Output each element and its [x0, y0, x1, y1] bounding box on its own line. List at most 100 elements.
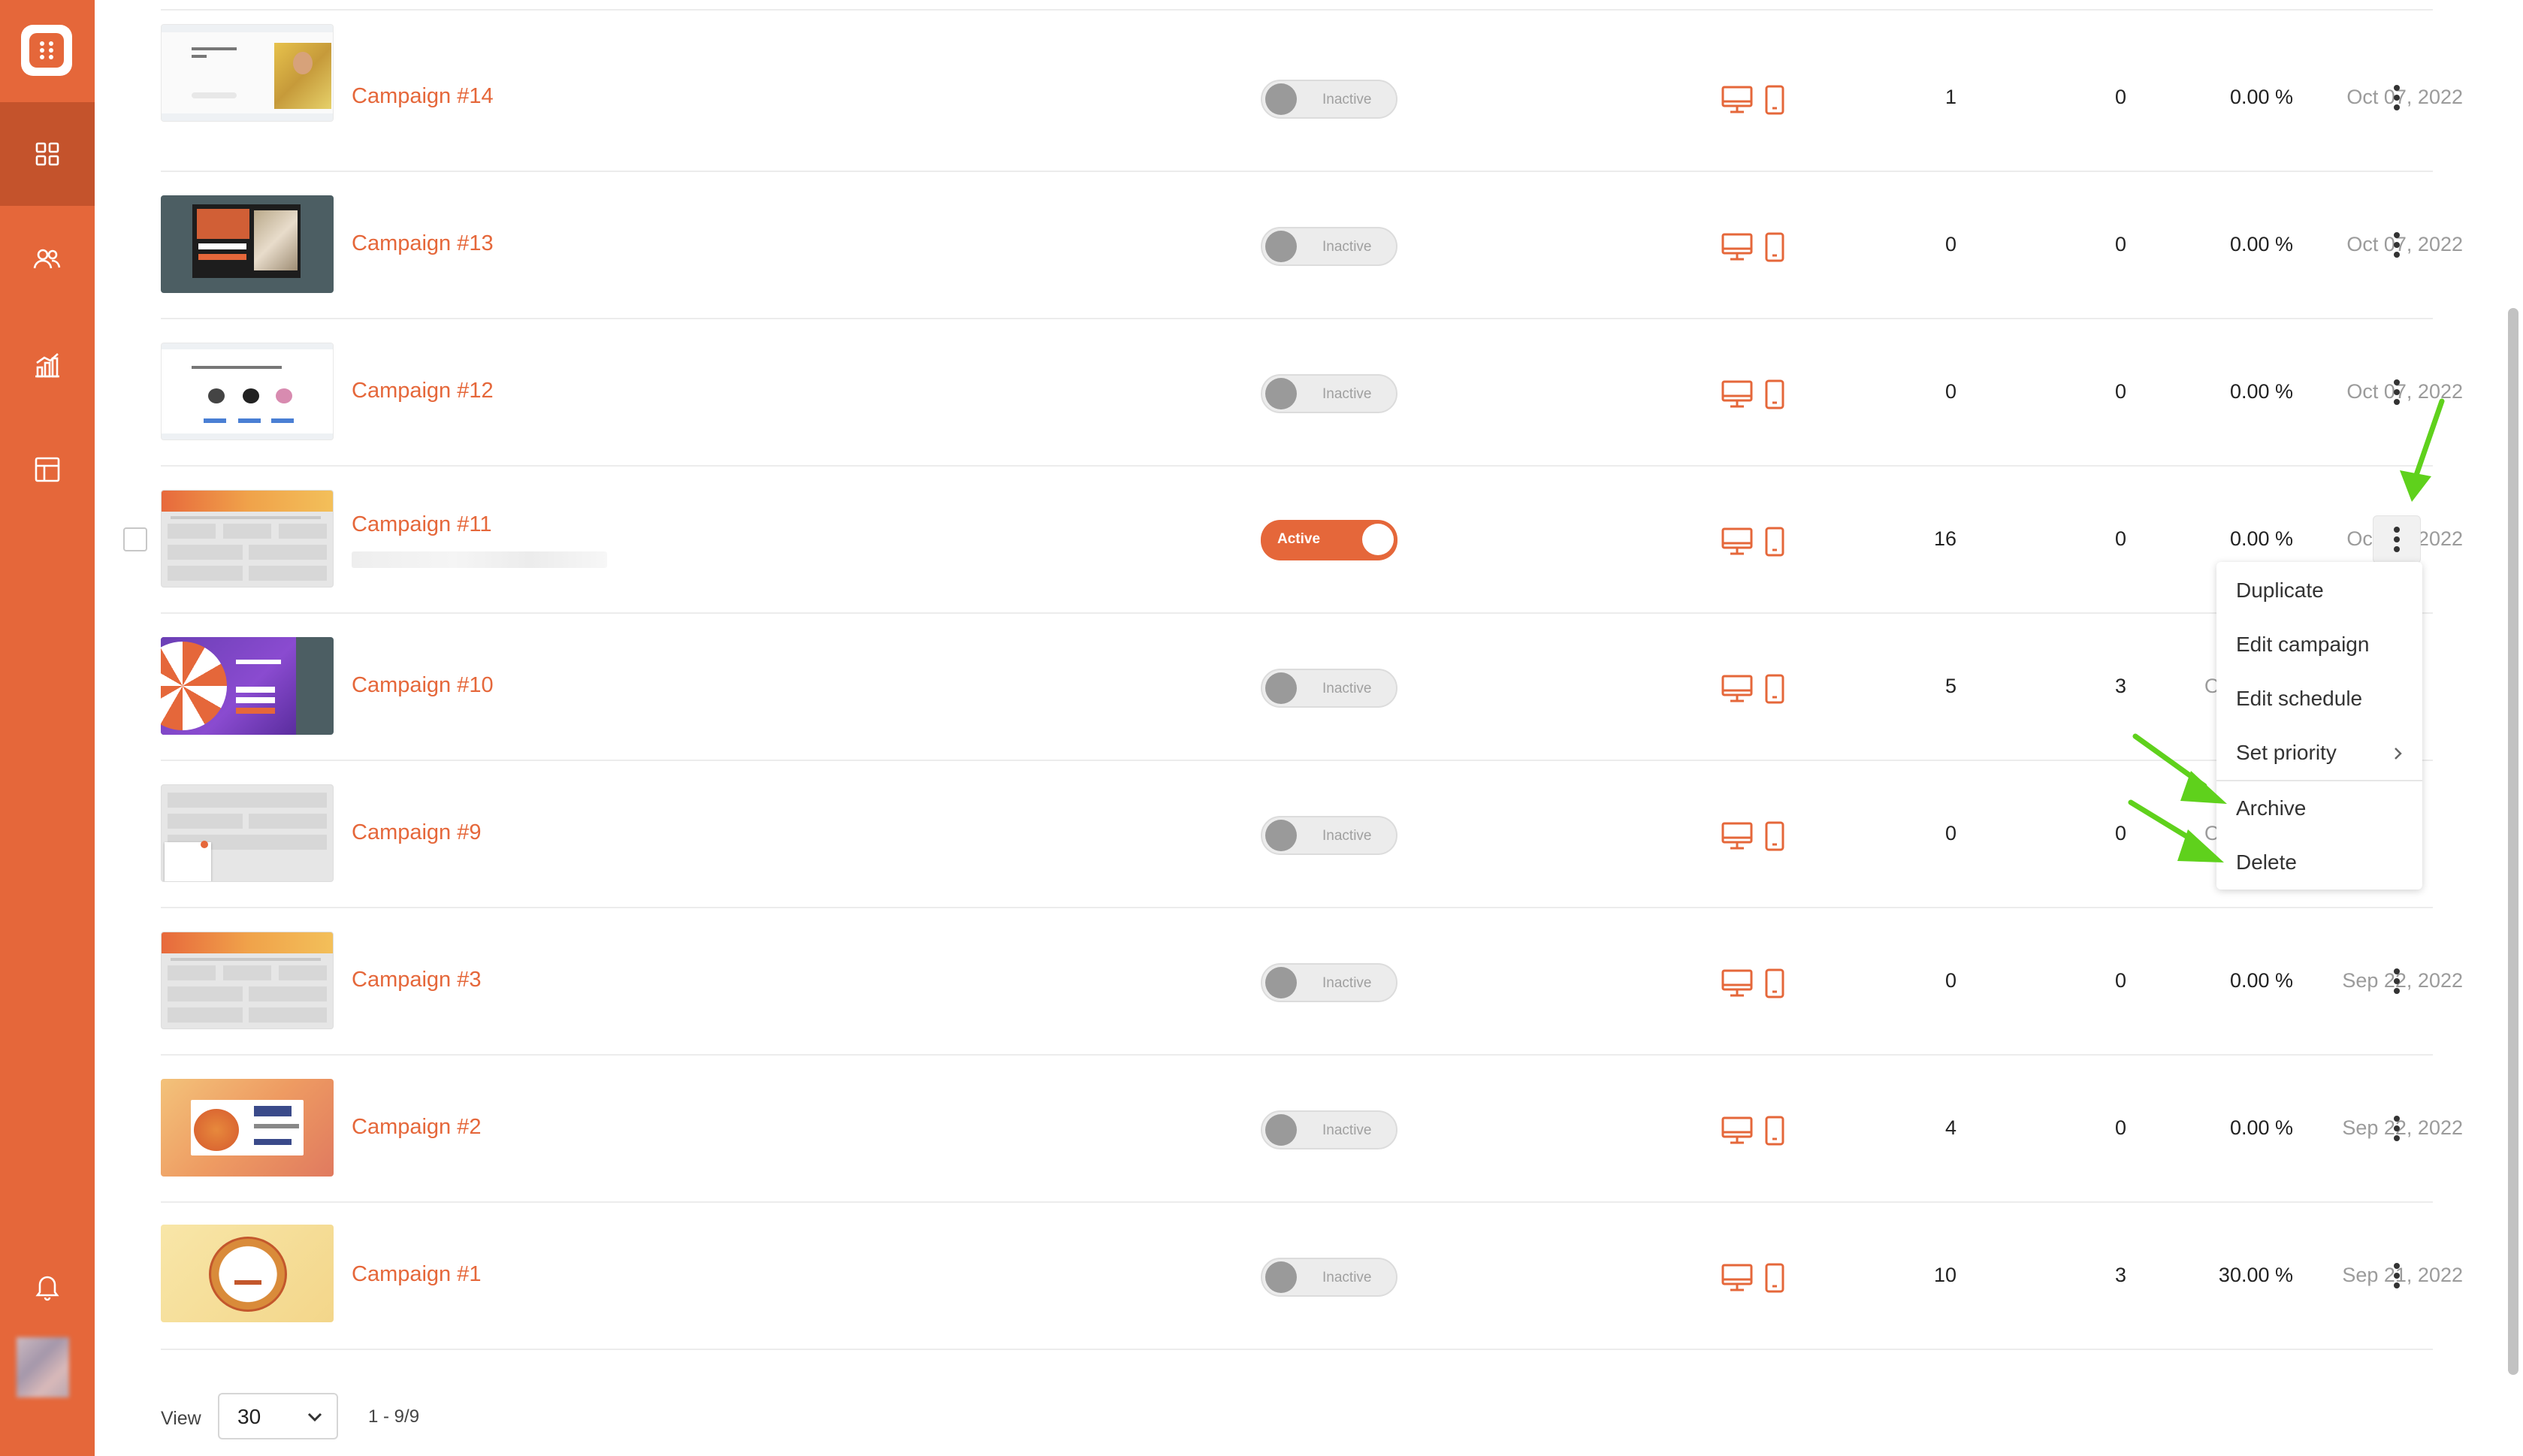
campaign-thumbnail — [161, 637, 334, 735]
menu-item-archive[interactable]: Archive — [2216, 781, 2422, 835]
menu-item-edit-campaign[interactable]: Edit campaign — [2216, 618, 2422, 672]
sidebar-item-users[interactable] — [0, 207, 95, 311]
desktop-icon — [1721, 675, 1753, 702]
views-value: 4 — [1944, 1116, 1956, 1139]
campaign-name[interactable]: Campaign #10 — [352, 673, 494, 698]
views-value: 0 — [1944, 380, 1956, 403]
status-toggle[interactable]: Inactive — [1261, 374, 1397, 413]
table-row[interactable]: Campaign #10 Inactive 5 3 60.00 % Oct — [161, 613, 2433, 761]
desktop-icon — [1721, 822, 1753, 850]
row-actions-button[interactable] — [2373, 221, 2421, 269]
more-vertical-icon — [2394, 527, 2400, 552]
table-row[interactable]: Campaign #12 Inactive 0 0 0.00 % Oct 07,… — [161, 319, 2463, 467]
menu-item-delete[interactable]: Delete — [2216, 835, 2422, 890]
status-toggle[interactable]: Inactive — [1261, 1110, 1397, 1149]
views-value: 16 — [1933, 527, 1956, 550]
table-row[interactable]: Campaign #11 Active 16 0 0.00 % Oct 06, … — [123, 466, 2463, 614]
avatar[interactable] — [17, 1337, 69, 1397]
status-label: Inactive — [1322, 1122, 1372, 1138]
table-row[interactable]: Campaign #1 Inactive 10 3 30.00 % Sep 21… — [161, 1202, 2463, 1350]
table-row[interactable]: Campaign #14 Inactive 1 0 0.00 % Oct 07,… — [161, 24, 2463, 172]
campaign-subtitle-redacted — [352, 551, 607, 568]
menu-item-edit-schedule[interactable]: Edit schedule — [2216, 672, 2422, 726]
more-vertical-icon — [2394, 1116, 2400, 1141]
menu-item-label: Set priority — [2236, 741, 2337, 764]
campaign-name[interactable]: Campaign #3 — [352, 968, 482, 992]
campaign-name[interactable]: Campaign #13 — [352, 231, 494, 256]
notifications-button[interactable] — [0, 1235, 95, 1337]
users-icon — [33, 249, 61, 269]
pagination-range: 1 - 9/9 — [368, 1406, 420, 1427]
status-label: Inactive — [1322, 681, 1372, 696]
campaign-name[interactable]: Campaign #1 — [352, 1262, 482, 1287]
table-row[interactable]: Campaign #3 Inactive 0 0 0.00 % Sep 22, … — [161, 908, 2463, 1056]
sidebar-item-analytics[interactable] — [0, 313, 95, 416]
campaign-thumbnail — [161, 784, 334, 882]
more-vertical-icon — [2394, 968, 2400, 994]
table-row[interactable]: Campaign #13 Inactive 0 0 0.00 % Oct 07,… — [161, 171, 2463, 319]
scrollbar[interactable] — [2508, 308, 2518, 1375]
row-select-checkbox[interactable] — [123, 527, 147, 551]
sidebar-item-dashboard[interactable] — [0, 102, 95, 206]
annotation-arrow-icon — [2128, 799, 2224, 862]
row-actions-button[interactable] — [2373, 515, 2421, 563]
menu-item-set-priority[interactable]: Set priority — [2216, 726, 2422, 780]
app-logo[interactable] — [21, 25, 72, 76]
sidebar — [0, 0, 95, 1456]
campaign-name[interactable]: Campaign #14 — [352, 84, 494, 109]
status-toggle[interactable]: Inactive — [1261, 227, 1397, 266]
page-size-value: 30 — [237, 1405, 261, 1428]
row-actions-button[interactable] — [2373, 1252, 2421, 1300]
menu-item-duplicate[interactable]: Duplicate — [2216, 563, 2422, 618]
page-size-select[interactable]: 30 — [218, 1393, 338, 1439]
desktop-icon — [1721, 86, 1753, 113]
campaign-thumbnail — [161, 1079, 334, 1177]
status-label: Inactive — [1322, 975, 1372, 991]
status-toggle[interactable]: Inactive — [1261, 80, 1397, 119]
more-vertical-icon — [2394, 232, 2400, 258]
campaign-name[interactable]: Campaign #11 — [352, 512, 491, 537]
desktop-icon — [1721, 527, 1753, 555]
row-actions-menu: Duplicate Edit campaign Edit schedule Se… — [2216, 562, 2422, 890]
status-label: Active — [1277, 531, 1321, 547]
views-value: 0 — [1944, 822, 1956, 844]
app-grid-icon — [29, 33, 64, 68]
campaign-thumbnail — [161, 195, 334, 293]
views-value: 1 — [1944, 86, 1956, 108]
campaign-thumbnail — [161, 932, 334, 1029]
sidebar-item-layout[interactable] — [0, 418, 95, 521]
views-value: 0 — [1944, 969, 1956, 992]
status-toggle[interactable]: Inactive — [1261, 1258, 1397, 1297]
table-row[interactable]: Campaign #9 Inactive 0 0 0.00 % Oct — [161, 760, 2433, 908]
status-toggle[interactable]: Inactive — [1261, 669, 1397, 708]
campaign-thumbnail — [161, 343, 334, 440]
status-label: Inactive — [1322, 1270, 1372, 1285]
desktop-icon — [1721, 233, 1753, 261]
desktop-icon — [1721, 380, 1753, 408]
status-label: Inactive — [1322, 386, 1372, 402]
desktop-icon — [1721, 1264, 1753, 1291]
bell-icon — [35, 1276, 59, 1301]
status-label: Inactive — [1322, 239, 1372, 255]
table-top-border — [161, 9, 2433, 11]
campaign-name[interactable]: Campaign #2 — [352, 1115, 482, 1140]
table-row[interactable]: Campaign #2 Inactive 4 0 0.00 % Sep 22, … — [161, 1055, 2463, 1203]
desktop-icon — [1721, 969, 1753, 997]
status-toggle[interactable]: Inactive — [1261, 963, 1397, 1002]
status-toggle[interactable]: Active — [1261, 520, 1397, 560]
chevron-down-icon — [307, 1412, 322, 1422]
row-actions-button[interactable] — [2373, 74, 2421, 122]
view-label: View — [161, 1408, 201, 1429]
campaign-name[interactable]: Campaign #12 — [352, 379, 494, 403]
views-value: 10 — [1933, 1264, 1956, 1286]
campaign-name[interactable]: Campaign #9 — [352, 820, 482, 845]
campaign-thumbnail — [161, 1225, 334, 1322]
row-actions-button[interactable] — [2373, 957, 2421, 1005]
more-vertical-icon — [2394, 1263, 2400, 1288]
analytics-icon — [35, 353, 59, 378]
status-toggle[interactable]: Inactive — [1261, 816, 1397, 855]
campaign-thumbnail — [161, 490, 334, 588]
layout-icon — [35, 457, 60, 482]
row-actions-button[interactable] — [2373, 1104, 2421, 1152]
chevron-right-icon — [2395, 748, 2402, 760]
